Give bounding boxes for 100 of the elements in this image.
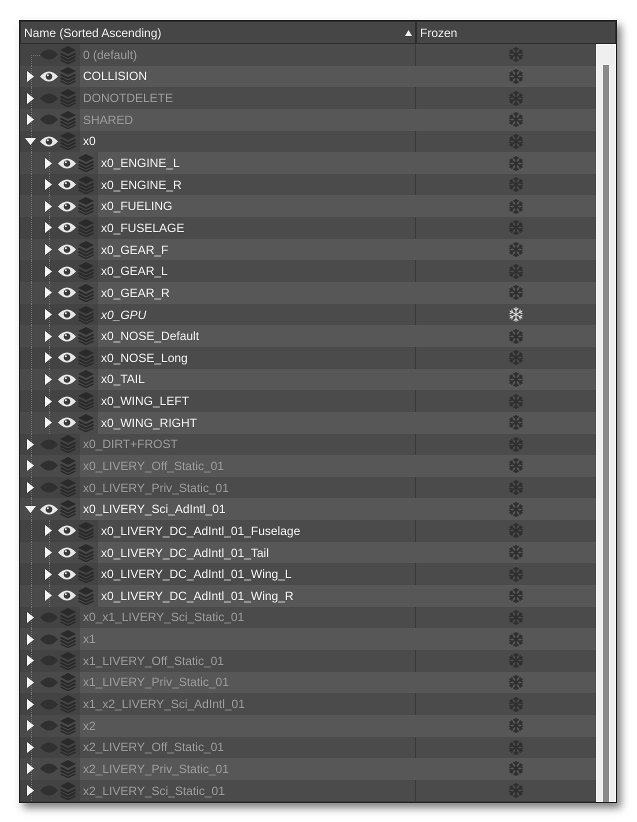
eye-icon[interactable]: [58, 547, 76, 558]
layer-row[interactable]: x0_LIVERY_DC_AdIntl_01_Tail: [20, 542, 596, 564]
expand-arrow-icon[interactable]: [26, 720, 34, 732]
expand-arrow-icon[interactable]: [44, 266, 52, 277]
layer-row[interactable]: x0_GEAR_F: [20, 238, 596, 260]
layer-row[interactable]: x0_FUELING: [20, 195, 596, 218]
expand-arrow-icon[interactable]: [44, 352, 52, 364]
eye-icon[interactable]: [58, 309, 76, 320]
layers-icon: [78, 284, 94, 302]
layer-row[interactable]: x0: [20, 130, 596, 152]
eye-icon[interactable]: [58, 200, 76, 212]
layers-icon: [78, 218, 94, 237]
collapse-arrow-icon[interactable]: [24, 138, 36, 145]
layers-icon: [60, 673, 76, 692]
layer-row[interactable]: x0_TAIL: [20, 368, 596, 390]
layers-icon: [78, 197, 94, 216]
expand-arrow-icon[interactable]: [26, 655, 34, 666]
layer-name: x0_DIRT+FROST: [80, 434, 415, 456]
eye-icon[interactable]: [58, 525, 76, 536]
layer-name: x0_GEAR_F: [98, 238, 415, 260]
eye-icon[interactable]: [58, 330, 76, 342]
eye-icon[interactable]: [58, 244, 76, 256]
layers-icon: [78, 414, 94, 432]
expand-arrow-icon[interactable]: [44, 222, 52, 234]
layers-icon: [60, 478, 76, 497]
layer-row[interactable]: x0_GEAR_R: [20, 282, 596, 304]
expand-arrow-icon[interactable]: [26, 676, 34, 688]
layer-name: x0_LIVERY_Priv_Static_01: [80, 476, 415, 498]
expand-arrow-icon[interactable]: [44, 525, 52, 536]
layers-icon: [60, 435, 76, 454]
layers-icon: [60, 695, 76, 714]
expand-arrow-icon[interactable]: [44, 590, 52, 602]
expand-arrow-icon[interactable]: [44, 568, 52, 580]
layer-row[interactable]: x0_LIVERY_DC_AdIntl_01_Wing_R: [20, 585, 596, 607]
layers-icon: [60, 456, 76, 475]
layers-icon: [78, 262, 94, 280]
expand-arrow-icon[interactable]: [26, 460, 34, 472]
expand-arrow-icon[interactable]: [44, 287, 52, 298]
collapse-arrow-icon[interactable]: [24, 506, 36, 513]
layer-row[interactable]: x0_ENGINE_L: [20, 152, 596, 174]
layer-row[interactable]: x0_LIVERY_DC_AdIntl_01_Fuselage: [20, 520, 596, 542]
scrollbar-thumb[interactable]: [603, 65, 609, 802]
eye-icon[interactable]: [40, 136, 58, 147]
expand-arrow-icon[interactable]: [44, 330, 52, 342]
layer-row[interactable]: x0_NOSE_Long: [20, 346, 596, 369]
layer-row[interactable]: x0_LIVERY_DC_AdIntl_01_Wing_L: [20, 563, 596, 586]
layer-row[interactable]: x0_FUSELAGE: [20, 217, 596, 239]
expand-arrow-icon[interactable]: [44, 158, 52, 169]
expand-arrow-icon[interactable]: [44, 547, 52, 558]
layer-row[interactable]: x0_WING_LEFT: [20, 390, 596, 412]
eye-icon[interactable]: [58, 287, 76, 298]
expand-arrow-icon[interactable]: [44, 309, 52, 320]
layer-row[interactable]: x0_GPU: [20, 304, 596, 326]
expand-arrow-icon[interactable]: [26, 482, 34, 494]
expand-arrow-icon[interactable]: [26, 92, 34, 104]
expand-arrow-icon[interactable]: [44, 179, 52, 190]
expand-arrow-icon[interactable]: [26, 438, 34, 450]
expand-arrow-icon[interactable]: [44, 417, 52, 428]
eye-icon[interactable]: [40, 504, 58, 515]
layer-row[interactable]: x0_GEAR_L: [20, 260, 596, 282]
layer-name: x2_LIVERY_Off_Static_01: [80, 736, 415, 758]
column-header[interactable]: Name (Sorted Ascending): [20, 21, 416, 44]
expand-arrow-icon[interactable]: [26, 612, 34, 623]
layers-icon: [60, 652, 76, 670]
layer-name: x0_LIVERY_DC_AdIntl_01_Wing_R: [98, 585, 415, 607]
expand-arrow-icon[interactable]: [26, 634, 34, 645]
eye-icon[interactable]: [58, 590, 76, 602]
expand-arrow-icon[interactable]: [26, 742, 34, 753]
eye-icon[interactable]: [58, 396, 76, 407]
eye-icon[interactable]: [58, 179, 76, 190]
snowflake-icon[interactable]: [509, 307, 523, 322]
expand-arrow-icon[interactable]: [44, 396, 52, 407]
eye-icon[interactable]: [58, 417, 76, 428]
layer-name: x0_NOSE_Default: [98, 325, 415, 347]
layers-icon: [78, 370, 94, 388]
expand-arrow-icon[interactable]: [44, 244, 52, 256]
layer-name: x1_LIVERY_Off_Static_01: [80, 650, 415, 672]
expand-arrow-icon[interactable]: [26, 70, 34, 82]
eye-icon[interactable]: [58, 352, 76, 364]
layer-row[interactable]: x0_WING_RIGHT: [20, 412, 596, 434]
eye-icon[interactable]: [58, 568, 76, 580]
layer-name: x0_LIVERY_Sci_AdIntl_01: [80, 498, 415, 520]
expand-arrow-icon[interactable]: [44, 374, 52, 385]
expand-arrow-icon[interactable]: [26, 698, 34, 710]
expand-arrow-icon[interactable]: [26, 763, 34, 774]
eye-icon[interactable]: [58, 266, 76, 277]
layer-row[interactable]: COLLISION: [20, 66, 596, 88]
layer-row[interactable]: x0_ENGINE_R: [20, 174, 596, 196]
eye-icon[interactable]: [40, 70, 58, 82]
expand-arrow-icon[interactable]: [26, 114, 34, 126]
eye-icon[interactable]: [58, 374, 76, 385]
column-header[interactable]: Frozen: [416, 21, 616, 44]
layer-name: x2_LIVERY_Priv_Static_01: [80, 758, 415, 780]
expand-arrow-icon[interactable]: [26, 785, 34, 796]
expand-arrow-icon[interactable]: [44, 200, 52, 212]
layer-row[interactable]: x0_LIVERY_Sci_AdIntl_01: [20, 498, 596, 520]
layers-icon: [78, 565, 94, 584]
eye-icon[interactable]: [58, 222, 76, 234]
layer-row[interactable]: x0_NOSE_Default: [20, 325, 596, 347]
eye-icon[interactable]: [58, 158, 76, 169]
